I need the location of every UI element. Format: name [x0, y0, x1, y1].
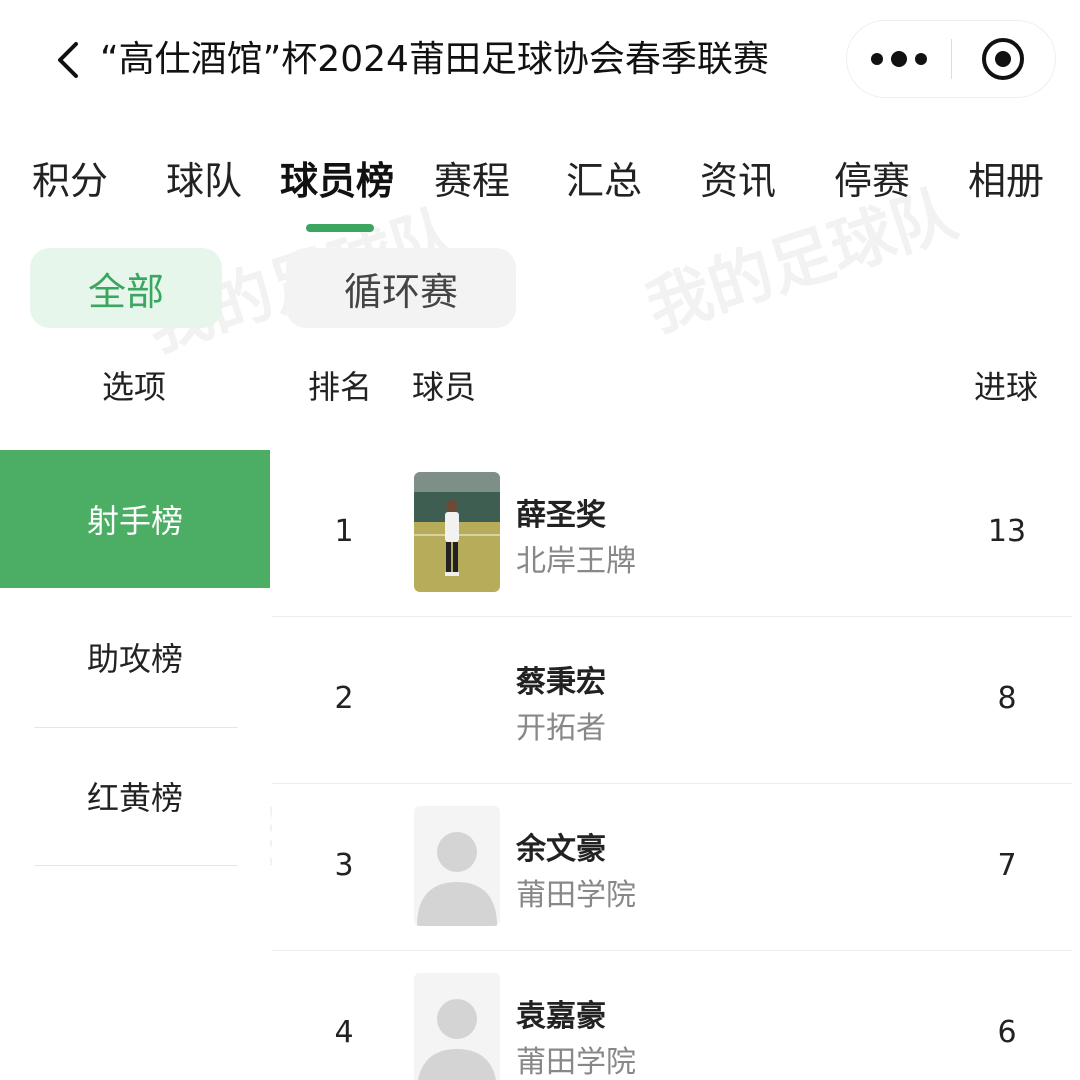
sidebar-item-top-scorers[interactable]: 射手榜: [0, 450, 270, 588]
row-rank: 1: [334, 514, 354, 549]
player-name: 薛圣奖: [516, 498, 606, 533]
tab-bar: 积分 球队 球员榜 赛程 汇总 资讯 停赛 相册: [0, 150, 1080, 240]
tab-suspensions[interactable]: 停赛: [834, 150, 910, 212]
filter-all-chip[interactable]: 全部: [30, 248, 222, 328]
tab-player-rankings[interactable]: 球员榜: [280, 150, 394, 212]
tab-standings[interactable]: 积分: [32, 150, 108, 212]
column-header-rank: 排名: [308, 368, 373, 406]
player-team: 莆田学院: [516, 1045, 636, 1080]
tab-schedule[interactable]: 赛程: [434, 150, 510, 212]
column-header-goals: 进球: [974, 368, 1039, 406]
more-dots-icon: [890, 51, 907, 67]
column-header-options: 选项: [102, 368, 167, 406]
player-photo: [414, 472, 500, 592]
player-goals: 7: [997, 848, 1017, 883]
close-button[interactable]: [952, 21, 1056, 97]
column-header-player: 球员: [412, 368, 477, 406]
chevron-left-icon: [58, 42, 78, 78]
row-rank: 2: [334, 681, 354, 716]
player-team: 北岸王牌: [516, 544, 636, 579]
filter-round-robin-chip[interactable]: 循环赛: [286, 248, 516, 328]
back-button[interactable]: [48, 36, 88, 84]
table-row[interactable]: 4 袁嘉豪 莆田学院 6: [272, 951, 1080, 1080]
more-dots-icon: [914, 53, 927, 65]
active-tab-indicator: [306, 224, 374, 232]
ranking-type-sidebar: 射手榜 助攻榜 红黄榜: [0, 450, 270, 1080]
table-row[interactable]: 3 余文豪 莆田学院 7: [272, 784, 1080, 951]
player-name: 蔡秉宏: [516, 665, 606, 700]
tab-album[interactable]: 相册: [968, 150, 1044, 212]
target-close-icon: [982, 38, 1025, 80]
tab-news[interactable]: 资讯: [700, 150, 776, 212]
player-name: 余文豪: [516, 832, 606, 867]
sidebar-item-assists[interactable]: 助攻榜: [0, 588, 270, 726]
table-row[interactable]: 2 蔡秉宏 开拓者 8: [272, 617, 1080, 784]
player-goals: 13: [987, 514, 1027, 549]
player-ranking-table: 1 薛圣奖 北岸王牌 13 2 蔡秉宏 开拓者 8 3 余文豪 莆田学院 7 4…: [272, 450, 1080, 1080]
default-avatar-icon: [414, 806, 500, 926]
page-title: “高仕酒馆”杯2024莆田足球协会春季联赛: [100, 39, 769, 80]
tab-summary[interactable]: 汇总: [566, 150, 642, 212]
player-team: 开拓者: [516, 711, 606, 746]
row-rank: 3: [334, 848, 354, 883]
row-rank: 4: [334, 1015, 354, 1050]
sidebar-divider: [34, 865, 238, 866]
default-avatar-icon: [414, 973, 500, 1080]
sidebar-item-cards[interactable]: 红黄榜: [0, 727, 270, 865]
player-goals: 8: [997, 681, 1017, 716]
player-goals: 6: [997, 1015, 1017, 1050]
player-name: 袁嘉豪: [516, 999, 606, 1034]
miniprogram-capsule: [846, 20, 1056, 98]
more-button[interactable]: [847, 21, 951, 97]
player-team: 莆田学院: [516, 878, 636, 913]
table-row[interactable]: 1 薛圣奖 北岸王牌 13: [272, 450, 1080, 617]
tab-teams[interactable]: 球队: [166, 150, 242, 212]
more-dots-icon: [870, 53, 883, 65]
app-header: “高仕酒馆”杯2024莆田足球协会春季联赛: [0, 0, 1080, 120]
